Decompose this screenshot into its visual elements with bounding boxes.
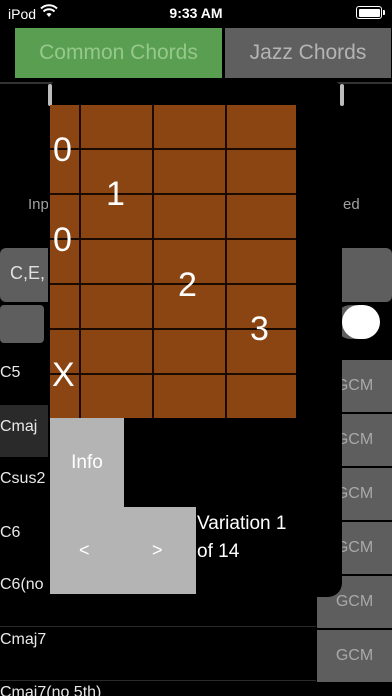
next-variation-button[interactable]: > [152, 540, 163, 561]
battery-icon [356, 6, 385, 19]
chord-name: Cmaj7(no 5th) [0, 684, 102, 696]
variation-counter: Variation 1 of 14 [197, 510, 286, 566]
variation-line-1: Variation 1 [197, 513, 287, 534]
clock: 9:33 AM [169, 5, 223, 21]
popup-edge-left [48, 84, 52, 106]
status-bar: iPod 9:33 AM [0, 0, 392, 28]
tab-jazz-chords[interactable]: Jazz Chords [225, 28, 391, 78]
string-line [225, 105, 227, 418]
fret-line [50, 283, 296, 285]
string-line [79, 105, 81, 418]
chord-name: C6 [0, 524, 21, 541]
tab-common-chords[interactable]: Common Chords [15, 28, 222, 78]
chord-name: C5 [0, 364, 21, 381]
chord-input-value: C,E, [10, 263, 46, 283]
variation-line-2: of 14 [197, 541, 240, 562]
background-control[interactable] [0, 305, 44, 343]
muted-string-marker: X [52, 356, 75, 394]
list-item[interactable]: Cmaj7 [0, 627, 316, 679]
info-button[interactable]: Info [50, 452, 124, 474]
chord-name: Cmaj7 [0, 631, 47, 648]
open-string-marker: 0 [53, 221, 72, 259]
open-string-marker: 0 [53, 131, 72, 169]
fret-line [50, 148, 296, 150]
background-right-label: ed [343, 196, 360, 213]
info-panel[interactable] [50, 418, 124, 594]
background-left-label: Inp [28, 196, 49, 213]
chord-name: Csus2 [0, 470, 46, 487]
chord-name: C6(no [0, 576, 44, 593]
fret-line [50, 238, 296, 240]
chord-name: Cmaj [0, 418, 38, 435]
chord-notes-button[interactable]: GCM [317, 630, 392, 682]
popup-edge-right [340, 84, 344, 106]
finger-marker: 2 [178, 266, 197, 304]
finger-marker: 1 [106, 175, 125, 213]
string-line [152, 105, 154, 418]
list-item[interactable]: Cmaj7(no 5th) [0, 681, 316, 696]
toggle-switch[interactable] [342, 305, 380, 339]
fret-line [50, 373, 296, 375]
fretboard-diagram [50, 105, 296, 418]
previous-variation-button[interactable]: < [79, 540, 90, 561]
fret-line [50, 193, 296, 195]
finger-marker: 3 [250, 310, 269, 348]
